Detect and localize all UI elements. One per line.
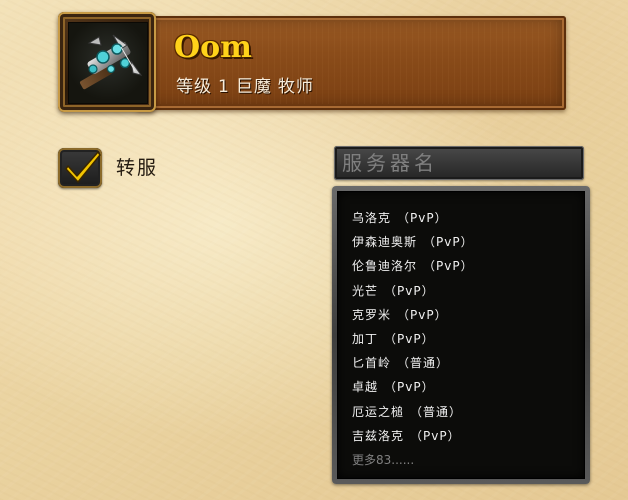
server-list-item[interactable]: 伊森迪奥斯 （PvP） <box>352 230 578 254</box>
server-name: 卓越 <box>352 380 379 395</box>
level-prefix: 等级 <box>176 77 212 97</box>
character-race: 巨魔 <box>235 77 272 97</box>
character-class: 牧师 <box>277 77 314 97</box>
server-list-item[interactable]: 加丁 （PvP） <box>352 327 578 351</box>
server-list-area[interactable]: 乌洛克 （PvP） 伊森迪奥斯 （PvP） 伦鲁迪洛尔 （PvP） 光芒 （PvP） 克… <box>337 191 585 479</box>
server-type: （PvP） <box>410 428 461 443</box>
server-search-box <box>334 146 584 180</box>
transfer-checkbox[interactable] <box>58 148 102 188</box>
server-name: 匕首岭 <box>352 356 392 371</box>
character-name: Oom <box>174 30 252 65</box>
server-list-item[interactable]: 卓越 （PvP） <box>352 375 578 399</box>
server-list-item[interactable]: 光芒 （PvP） <box>352 279 578 303</box>
server-list-panel: 乌洛克 （PvP） 伊森迪奥斯 （PvP） 伦鲁迪洛尔 （PvP） 光芒 （PvP） 克… <box>332 186 590 484</box>
server-type: （普通） <box>397 356 450 371</box>
server-type: （PvP） <box>423 235 474 250</box>
level-value: 1 <box>218 77 230 97</box>
server-list-item[interactable]: 厄运之槌 （普通） <box>352 400 578 424</box>
character-details: 等级 1 巨魔 牧师 <box>176 76 320 98</box>
server-name: 克罗米 <box>352 307 392 322</box>
server-name: 厄运之槌 <box>352 404 405 419</box>
server-name: 伊森迪奥斯 <box>352 235 418 250</box>
server-type: （PvP） <box>423 259 474 274</box>
crossbow-icon <box>68 22 148 104</box>
server-list-item[interactable]: 匕首岭 （普通） <box>352 351 578 375</box>
server-list: 乌洛克 （PvP） 伊森迪奥斯 （PvP） 伦鲁迪洛尔 （PvP） 光芒 （PvP） 克… <box>352 206 578 472</box>
server-list-item[interactable]: 伦鲁迪洛尔 （PvP） <box>352 254 578 278</box>
character-portrait-frame <box>58 12 156 112</box>
more-servers-link[interactable]: 更多83...... <box>352 448 578 472</box>
server-type: （PvP） <box>384 283 435 298</box>
server-type: （PvP） <box>384 380 435 395</box>
server-type: （PvP） <box>384 331 435 346</box>
server-search-input[interactable] <box>338 149 584 177</box>
transfer-label: 转服 <box>116 157 159 179</box>
server-name: 乌洛克 <box>352 211 392 225</box>
checkmark-icon <box>65 151 101 183</box>
server-list-item[interactable]: 乌洛克 （PvP） <box>352 206 578 230</box>
server-list-item[interactable]: 吉兹洛克 （PvP） <box>352 424 578 448</box>
server-name: 伦鲁迪洛尔 <box>352 259 418 274</box>
character-header: Oom 等级 1 巨魔 牧师 <box>58 12 570 114</box>
server-type: （PvP） <box>397 211 448 225</box>
server-name: 吉兹洛克 <box>352 428 405 443</box>
server-type: （PvP） <box>397 307 448 322</box>
server-type: （普通） <box>410 404 463 419</box>
server-list-item[interactable]: 克罗米 （PvP） <box>352 303 578 327</box>
server-name: 加丁 <box>352 331 379 346</box>
server-name: 光芒 <box>352 283 379 298</box>
